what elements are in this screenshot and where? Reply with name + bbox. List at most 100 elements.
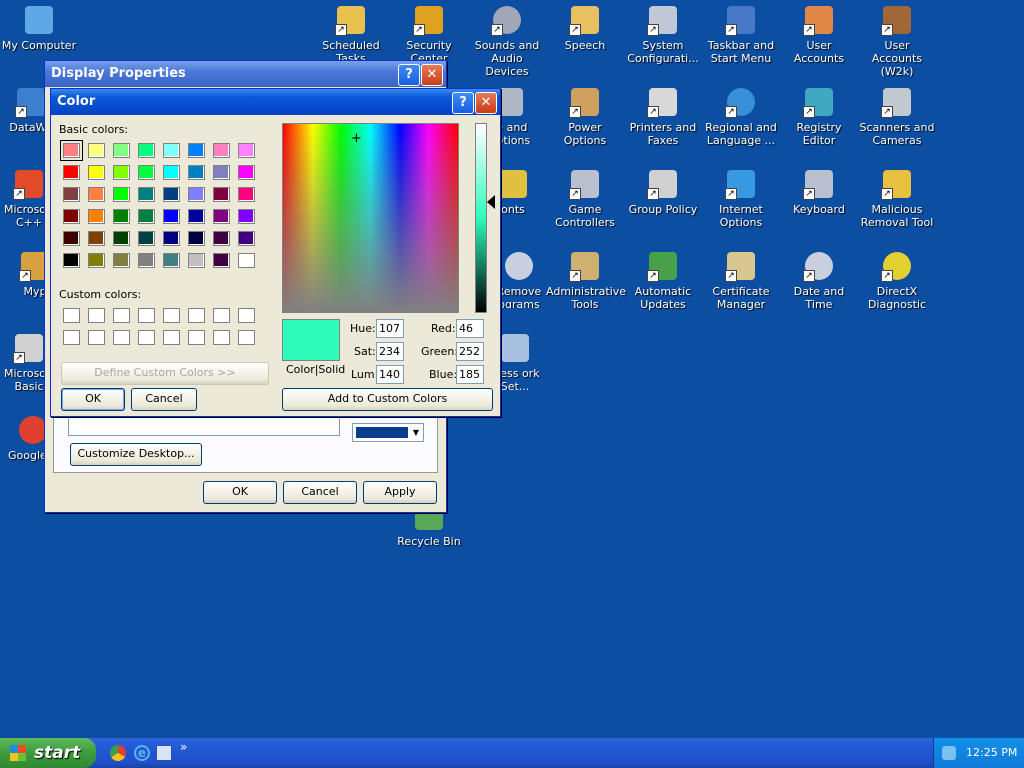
desktop-icon-administrative-tools[interactable]: ↗ Administrative Tools [546, 248, 626, 311]
desktop-icon-microsoft-cpp[interactable]: ↗ Microsoft C++ [0, 166, 47, 229]
color-picker-button[interactable]: ▼ [352, 423, 424, 442]
basic-color-swatch[interactable] [113, 231, 130, 246]
cancel-button[interactable]: Cancel [283, 481, 357, 504]
basic-color-swatch[interactable] [238, 187, 255, 202]
desktop-icon-taskbar-start-menu[interactable]: ↗ Taskbar and Start Menu [702, 2, 780, 65]
show-desktop-icon[interactable] [156, 745, 172, 761]
custom-color-swatch[interactable] [188, 308, 205, 323]
custom-color-swatch[interactable] [163, 330, 180, 345]
basic-color-swatch[interactable] [213, 209, 230, 224]
custom-color-swatch[interactable] [213, 308, 230, 323]
basic-color-swatch[interactable] [88, 165, 105, 180]
desktop-icon-user-accounts[interactable]: ↗ User Accounts [780, 2, 858, 65]
green-field[interactable]: 252 [456, 342, 484, 361]
custom-color-swatch[interactable] [238, 308, 255, 323]
ok-button[interactable]: OK [203, 481, 277, 504]
desktop-icon-microsoft-basic[interactable]: ↗ Microsoft Basic [0, 330, 47, 393]
basic-color-swatch[interactable] [63, 231, 80, 246]
basic-color-swatch[interactable] [113, 209, 130, 224]
basic-color-swatch[interactable] [88, 209, 105, 224]
basic-color-swatch[interactable] [188, 231, 205, 246]
desktop-icon-internet-options[interactable]: ↗ Internet Options [702, 166, 780, 229]
sat-field[interactable]: 234 [376, 342, 404, 361]
desktop-icon-keyboard[interactable]: ↗ Keyboard [780, 166, 858, 216]
apply-button[interactable]: Apply [363, 481, 437, 504]
lum-field[interactable]: 140 [376, 365, 404, 384]
customize-desktop-button[interactable]: Customize Desktop... [70, 443, 202, 466]
network-tray-icon[interactable] [942, 746, 956, 760]
internet-explorer-icon[interactable]: e [134, 745, 150, 761]
basic-color-swatch[interactable] [63, 253, 80, 268]
basic-color-swatch[interactable] [213, 231, 230, 246]
desktop-icon-mouse-options[interactable]: se and Options [500, 84, 546, 144]
add-to-custom-colors-button[interactable]: Add to Custom Colors [282, 388, 493, 411]
desktop-icon-directx-diagnostic[interactable]: ↗ DirectX Diagnostic [858, 248, 936, 311]
basic-color-swatch[interactable] [138, 165, 155, 180]
basic-color-swatch[interactable] [63, 209, 80, 224]
custom-color-swatch[interactable] [113, 308, 130, 323]
basic-color-swatch[interactable] [238, 231, 255, 246]
desktop-icon-fonts[interactable]: onts [500, 166, 546, 216]
basic-color-swatch[interactable] [138, 253, 155, 268]
basic-color-swatch[interactable] [138, 209, 155, 224]
basic-color-swatch[interactable] [213, 143, 230, 158]
basic-color-swatch[interactable] [163, 165, 180, 180]
close-button[interactable]: ✕ [421, 64, 443, 86]
quicklaunch-more-icon[interactable]: » [180, 740, 187, 754]
basic-color-swatch[interactable] [88, 231, 105, 246]
basic-color-swatch[interactable] [188, 143, 205, 158]
desktop-icon-myp[interactable]: ↗ Myp [0, 248, 47, 298]
basic-color-swatch[interactable] [113, 187, 130, 202]
desktop-icon-google-chrome[interactable]: Google C [0, 412, 47, 462]
desktop-icon-system-configuration[interactable]: ↗ System Configurati... [624, 2, 702, 65]
basic-color-swatch[interactable] [63, 187, 80, 202]
basic-color-swatch[interactable] [113, 165, 130, 180]
custom-color-swatch[interactable] [188, 330, 205, 345]
clock[interactable]: 12:25 PM [966, 738, 1017, 768]
desktop-icon-group-policy[interactable]: ↗ Group Policy [624, 166, 702, 216]
basic-color-swatch[interactable] [163, 209, 180, 224]
custom-color-swatch[interactable] [88, 308, 105, 323]
desktop-icon-user-accounts-w2k[interactable]: ↗ User Accounts (W2k) [858, 2, 936, 78]
define-custom-colors-button[interactable]: Define Custom Colors >> [61, 362, 269, 385]
help-button[interactable]: ? [452, 92, 474, 114]
desktop-icon-add-remove-programs[interactable]: Remove ograms [500, 248, 546, 308]
custom-color-swatch[interactable] [138, 308, 155, 323]
luminance-pointer-icon[interactable] [487, 195, 495, 209]
desktop-icon-automatic-updates[interactable]: ↗ Automatic Updates [624, 248, 702, 311]
luminance-slider[interactable] [475, 123, 487, 313]
desktop-icon-registry-editor[interactable]: ↗ Registry Editor [780, 84, 858, 147]
cancel-button[interactable]: Cancel [131, 388, 197, 411]
help-button[interactable]: ? [398, 64, 420, 86]
ok-button[interactable]: OK [61, 388, 125, 411]
basic-color-swatch[interactable] [113, 253, 130, 268]
desktop-icon-game-controllers[interactable]: ↗ Game Controllers [546, 166, 624, 229]
custom-color-swatch[interactable] [63, 330, 80, 345]
basic-color-swatch[interactable] [163, 187, 180, 202]
basic-color-swatch[interactable] [213, 187, 230, 202]
basic-color-swatch[interactable] [163, 231, 180, 246]
desktop-icon-regional-language[interactable]: ↗ Regional and Language ... [702, 84, 780, 147]
close-button[interactable]: ✕ [475, 92, 497, 114]
basic-color-swatch[interactable] [63, 165, 80, 180]
custom-color-swatch[interactable] [63, 308, 80, 323]
basic-color-swatch[interactable] [188, 253, 205, 268]
desktop-icon-printers-faxes[interactable]: ↗ Printers and Faxes [624, 84, 702, 147]
start-button[interactable]: start [0, 738, 96, 768]
color-spectrum[interactable]: + [282, 123, 459, 313]
basic-color-swatch[interactable] [113, 143, 130, 158]
basic-color-swatch[interactable] [238, 143, 255, 158]
basic-color-swatch[interactable] [138, 143, 155, 158]
desktop-icon-scanners-cameras[interactable]: ↗ Scanners and Cameras [858, 84, 936, 147]
custom-color-swatch[interactable] [138, 330, 155, 345]
basic-color-swatch[interactable] [88, 253, 105, 268]
custom-color-swatch[interactable] [88, 330, 105, 345]
basic-color-swatch[interactable] [188, 209, 205, 224]
custom-color-swatch[interactable] [213, 330, 230, 345]
font-size-select[interactable] [68, 417, 340, 436]
basic-color-swatch[interactable] [238, 209, 255, 224]
desktop-icon-wireless-network-setup[interactable]: eless ork Set... [500, 330, 546, 390]
basic-color-swatch[interactable] [138, 231, 155, 246]
basic-color-swatch[interactable] [163, 253, 180, 268]
basic-color-swatch[interactable] [238, 165, 255, 180]
